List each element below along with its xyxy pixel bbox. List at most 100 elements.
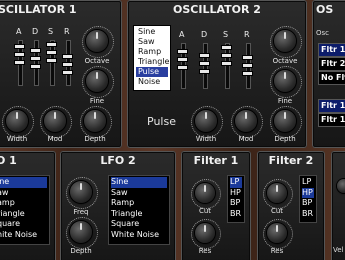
osc3-route-fltr1-c[interactable]: Fltr 1: [318, 113, 345, 127]
list-item[interactable]: Ramp: [136, 47, 168, 57]
list-item[interactable]: amp: [0, 198, 47, 209]
osc2-width-knob[interactable]: [191, 106, 223, 138]
osc1-width-knob[interactable]: [2, 106, 34, 138]
list-item[interactable]: Ramp: [111, 198, 167, 209]
osc1-release-slider[interactable]: [63, 40, 72, 86]
filter-1-title: Filter 1: [193, 154, 239, 167]
velocity-knob[interactable]: [337, 179, 345, 193]
osc2-release-slider[interactable]: [243, 43, 252, 89]
list-item[interactable]: riangle: [0, 209, 47, 220]
osc1-octave-label: Octave: [84, 57, 110, 65]
list-item-selected[interactable]: ine: [0, 177, 47, 188]
osc3-route-fltr1[interactable]: Fltr 1: [318, 43, 345, 57]
osc1-sustain-slider[interactable]: [47, 40, 56, 86]
osc2-wave-readout: Pulse: [147, 115, 176, 128]
lfo2-depth-label: Depth: [70, 247, 92, 255]
osc3-osc-label: Osc: [316, 29, 330, 37]
osc2-mod-knob[interactable]: [231, 106, 263, 138]
osc1-attack-slider[interactable]: [15, 40, 24, 86]
list-item[interactable]: Saw: [136, 37, 168, 47]
lfo-2-title: LFO 2: [100, 154, 136, 167]
list-item[interactable]: LP: [302, 177, 314, 188]
osc2-fine-label: Fine: [277, 97, 293, 105]
list-item[interactable]: HP: [230, 188, 242, 199]
filter2-cut-knob[interactable]: [263, 179, 293, 209]
filter-1-panel: Filter 1 Cut Res LP HP BP BR: [181, 151, 251, 260]
osc1-decay-label: D: [32, 27, 39, 36]
list-item-selected[interactable]: LP: [230, 177, 242, 188]
oscillator-1-title: SCILLATOR 1: [0, 3, 77, 16]
filter2-res-label: Res: [270, 247, 284, 255]
osc2-attack-label: A: [179, 30, 185, 39]
list-item-selected[interactable]: HP: [302, 187, 314, 198]
list-item[interactable]: quare: [0, 219, 47, 230]
lfo1-waveform-list[interactable]: ine aw amp riangle quare hite Noise: [0, 175, 50, 245]
lfo2-waveform-list[interactable]: Sine Saw Ramp Triangle Square White Nois…: [108, 175, 170, 245]
lfo2-freq-knob[interactable]: [66, 177, 98, 209]
osc2-depth-label: Depth: [274, 135, 296, 143]
lfo2-freq-label: Freq: [73, 208, 89, 216]
list-item-selected[interactable]: Sine: [111, 177, 167, 188]
filter1-res-label: Res: [198, 247, 212, 255]
oscillator-1-panel: SCILLATOR 1 A D S R Octave Fine Width Mo…: [0, 0, 122, 148]
oscillator-3-title: OS: [316, 3, 334, 16]
osc1-attack-label: A: [16, 27, 22, 36]
lfo-1-panel: O 1 ine aw amp riangle quare hite Noise: [0, 151, 56, 260]
osc2-decay-slider[interactable]: [200, 43, 209, 89]
filter1-res-knob[interactable]: [191, 219, 221, 249]
list-item[interactable]: White Noise: [111, 230, 167, 241]
osc2-fine-knob[interactable]: [270, 66, 302, 98]
osc1-release-label: R: [64, 27, 70, 36]
osc2-octave-knob[interactable]: [270, 26, 302, 58]
list-item[interactable]: Triangle: [136, 57, 169, 67]
list-item[interactable]: Noise: [136, 77, 168, 87]
osc2-attack-slider[interactable]: [178, 43, 187, 89]
list-item[interactable]: Triangle: [111, 209, 167, 220]
synth-window: SCILLATOR 1 A D S R Octave Fine Width Mo…: [0, 0, 345, 260]
osc1-mod-label: Mod: [47, 135, 63, 143]
list-item[interactable]: BP: [230, 198, 242, 209]
list-item[interactable]: hite Noise: [0, 230, 47, 241]
osc2-depth-knob[interactable]: [270, 106, 302, 138]
filter2-res-knob[interactable]: [263, 219, 293, 249]
filter-2-title: Filter 2: [268, 154, 314, 167]
osc3-route-fltr2[interactable]: Fltr 2: [318, 57, 345, 71]
osc1-sustain-label: S: [48, 27, 54, 36]
osc3-route-nofilter[interactable]: No Flt: [318, 71, 345, 85]
list-item[interactable]: Saw: [111, 188, 167, 199]
osc2-release-label: R: [244, 30, 250, 39]
lfo-2-panel: LFO 2 Freq Depth Sine Saw Ramp Triangle …: [60, 151, 176, 260]
osc2-mod-label: Mod: [238, 135, 254, 143]
filter-2-panel: Filter 2 Cut Res LP HP BP BR: [257, 151, 325, 260]
list-item[interactable]: BP: [302, 198, 314, 209]
list-item[interactable]: BR: [230, 209, 242, 220]
osc3-route-fltr1-b[interactable]: Fltr 1: [318, 99, 345, 113]
osc1-depth-knob[interactable]: [80, 106, 112, 138]
list-item[interactable]: Square: [111, 219, 167, 230]
list-item[interactable]: aw: [0, 188, 47, 199]
osc2-waveform-list[interactable]: Sine Saw Ramp Triangle Pulse Noise: [133, 25, 171, 91]
osc1-depth-label: Depth: [84, 135, 106, 143]
oscillator-3-panel: OS Osc Fltr 1 Fltr 2 No Flt Fltr 1 Fltr …: [312, 0, 345, 148]
osc2-sustain-slider[interactable]: [222, 43, 231, 89]
velocity-label: Vel: [333, 246, 344, 254]
oscillator-2-title: OSCILLATOR 2: [173, 3, 261, 16]
osc2-width-label: Width: [195, 135, 217, 143]
lfo-1-title: O 1: [0, 154, 17, 167]
osc2-octave-label: Octave: [272, 57, 298, 65]
osc1-width-label: Width: [6, 135, 28, 143]
filter1-type-list[interactable]: LP HP BP BR: [227, 175, 245, 223]
filter2-type-list[interactable]: LP HP BP BR: [299, 175, 317, 223]
filter1-cut-label: Cut: [198, 207, 212, 215]
velocity-panel: Vel: [331, 151, 345, 260]
filter1-cut-knob[interactable]: [191, 179, 221, 209]
osc1-fine-knob[interactable]: [82, 66, 114, 98]
osc1-decay-slider[interactable]: [31, 40, 40, 86]
lfo2-depth-knob[interactable]: [66, 217, 98, 249]
osc1-octave-knob[interactable]: [82, 26, 114, 58]
list-item-selected[interactable]: Pulse: [136, 67, 168, 77]
oscillator-2-panel: OSCILLATOR 2 Sine Saw Ramp Triangle Puls…: [127, 0, 307, 148]
list-item[interactable]: Sine: [136, 27, 168, 37]
list-item[interactable]: BR: [302, 209, 314, 220]
osc1-mod-knob[interactable]: [40, 106, 72, 138]
